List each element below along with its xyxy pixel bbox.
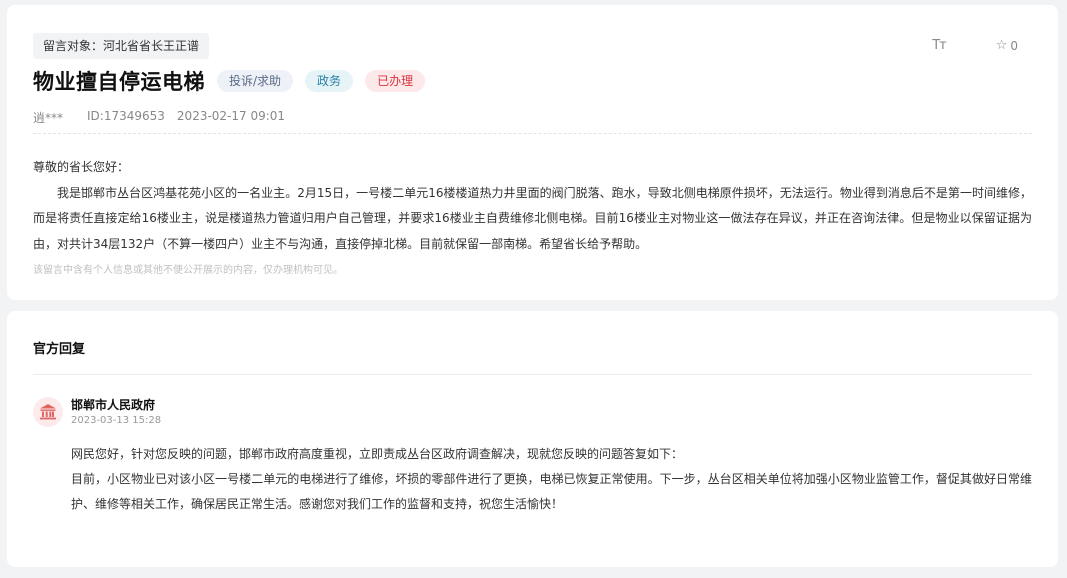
message-meta: 逍*** ID:17349653 2023-02-17 09:01	[33, 109, 285, 126]
author-name: 逍***	[33, 111, 64, 125]
privacy-note: 该留言中含有个人信息或其他不便公开展示的内容，仅办理机构可见。	[33, 265, 343, 276]
official-reply-card: 官方回复 邯郸市人民政府 2023-03-13 15:28 网民您好，针对您反映…	[7, 311, 1058, 567]
message-toolbar: Tт ☆ 0	[932, 38, 1018, 53]
message-greeting: 尊敬的省长您好：	[33, 160, 130, 174]
title-row: 物业擅自停运电梯 投诉/求助 政务 已办理	[33, 66, 426, 96]
reply-line-2: 目前，小区物业已对该小区一号楼二单元的电梯进行了维修，坏损的零部件进行了更换，电…	[71, 472, 1032, 511]
type-tag: 投诉/求助	[217, 70, 294, 92]
meta-divider	[33, 133, 1032, 134]
star-icon: ☆	[995, 38, 1008, 53]
message-title: 物业擅自停运电梯	[33, 70, 205, 94]
status-badge: 已办理	[365, 70, 426, 92]
message-content: 尊敬的省长您好： 我是邯郸市丛台区鸿基花苑小区的一名业主。2月15日，一号楼二单…	[33, 155, 1032, 257]
message-id: ID:17349653	[87, 109, 165, 123]
domain-tag: 政务	[305, 70, 354, 92]
font-size-button[interactable]: Tт	[932, 38, 946, 53]
reply-line-1: 网民您好，针对您反映的问题，邯郸市政府高度重视，立即责成丛台区政府调查解决，现就…	[71, 447, 684, 461]
message-target-label: 留言对象：河北省省长王正谱	[33, 33, 210, 59]
message-card: 留言对象：河北省省长王正谱 Tт ☆ 0 物业擅自停运电梯 投诉/求助 政务 已…	[7, 5, 1058, 300]
reply-org-name: 邯郸市人民政府	[71, 398, 156, 412]
message-body: 我是邯郸市丛台区鸿基花苑小区的一名业主。2月15日，一号楼二单元16楼楼道热力井…	[33, 185, 1032, 251]
favorite-count: 0	[1010, 38, 1018, 53]
government-building-icon	[33, 397, 63, 427]
favorite-button[interactable]: ☆ 0	[996, 38, 1018, 53]
reply-datetime: 2023-03-13 15:28	[71, 415, 162, 426]
reply-content: 网民您好，针对您反映的问题，邯郸市政府高度重视，立即责成丛台区政府调查解决，现就…	[71, 442, 1032, 517]
reply-divider	[33, 374, 1032, 375]
message-datetime: 2023-02-17 09:01	[176, 109, 286, 123]
reply-section-title: 官方回复	[33, 342, 86, 357]
